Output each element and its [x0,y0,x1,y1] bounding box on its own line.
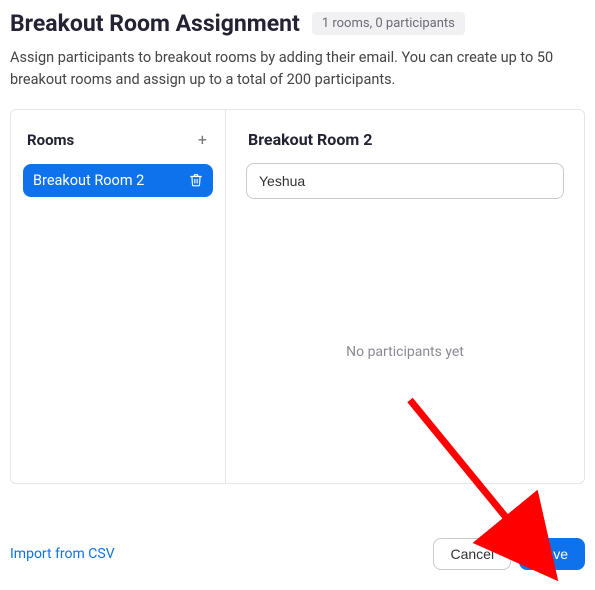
add-room-button[interactable]: + [194,130,211,150]
detail-title: Breakout Room 2 [248,130,564,149]
description-text: Assign participants to breakout rooms by… [10,47,585,91]
rooms-column: Rooms + Breakout Room 2 [11,110,226,483]
page-title: Breakout Room Assignment [10,10,300,37]
main-panel: Rooms + Breakout Room 2 Breakout Room 2 … [10,109,585,484]
room-item-label: Breakout Room 2 [33,172,144,189]
room-count-badge: 1 rooms, 0 participants [312,12,465,35]
cancel-button[interactable]: Cancel [433,538,511,570]
no-participants-text: No participants yet [246,199,564,465]
trash-icon[interactable] [189,173,203,187]
plus-icon: + [198,130,207,149]
save-button[interactable]: Save [519,538,585,570]
import-csv-link[interactable]: Import from CSV [10,546,115,562]
detail-column: Breakout Room 2 No participants yet [226,110,584,483]
participant-input[interactable] [246,163,564,199]
room-item[interactable]: Breakout Room 2 [23,164,213,197]
rooms-label: Rooms [27,131,74,149]
